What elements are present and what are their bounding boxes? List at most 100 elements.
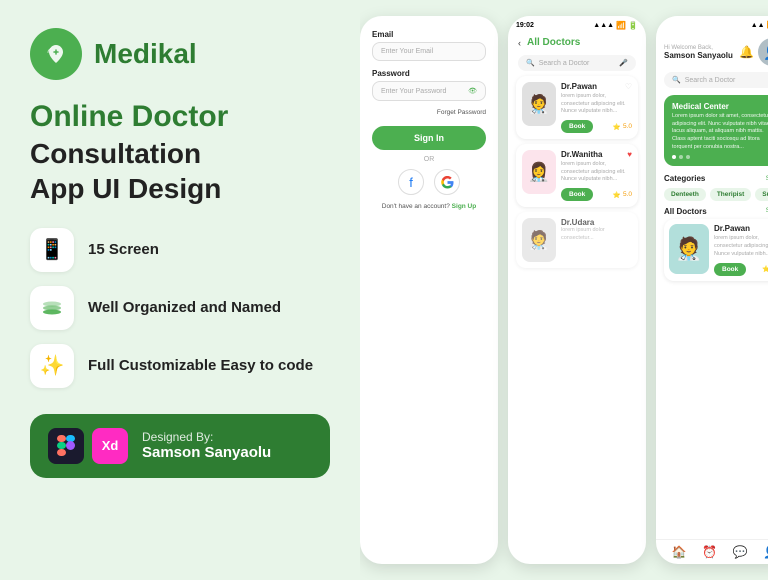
no-account-text: Don't have an account? Sign Up (372, 203, 486, 210)
feature-icon-organized (30, 286, 74, 330)
designer-info: Designed By: Samson Sanyaolu (142, 430, 271, 461)
banner-dot-3[interactable] (686, 155, 690, 159)
search-placeholder-dash: Search a Doctor (685, 77, 736, 84)
figma-badge (48, 428, 84, 464)
dash-rating: ⭐ 5.0 (762, 265, 768, 273)
brand-logo-icon (30, 28, 82, 80)
categories-title: Categories (664, 174, 705, 183)
mockups-panel: Email Enter Your Email Password Enter Yo… (360, 0, 768, 580)
doctors-header: ‹ All Doctors (508, 33, 646, 52)
user-name: Samson Sanyaolu (664, 51, 733, 60)
all-doctors-section: All Doctors See All (656, 205, 768, 219)
all-doc-section-title: All Doctors (664, 207, 707, 216)
dash-book-button[interactable]: Book (714, 263, 746, 276)
doctor-card-3: 🧑‍⚕️ Dr.Udara lorem ipsum dolor consecte… (516, 212, 638, 268)
nav-chat-icon[interactable]: 💬 (733, 545, 748, 559)
left-panel: Medikal Online Doctor Consultation App U… (0, 0, 360, 580)
email-input[interactable]: Enter Your Email (372, 42, 486, 61)
mic-icon-doctors: 🎤 (619, 59, 628, 67)
doctor-info-1: Dr.Pawan ♡ lorem ipsum dolor, consectetu… (561, 82, 632, 133)
xd-badge: Xd (92, 428, 128, 464)
feature-item-customize: ✨ Full Customizable Easy to code (30, 344, 330, 388)
dash-doctor-avatar: 🧑‍⚕️ (669, 224, 709, 274)
heart-icon-2[interactable]: ♥ (627, 150, 632, 161)
banner-dot-2[interactable] (679, 155, 683, 159)
headline-block: Online Doctor Consultation App UI Design (30, 98, 330, 206)
nav-home-icon[interactable]: 🏠 (672, 545, 687, 559)
feature-text-organized: Well Organized and Named (88, 299, 281, 316)
back-arrow-doctors[interactable]: ‹ (518, 38, 521, 48)
dash-doctor-info: Dr.Pawan ♡ lorem ipsum dolor, consectetu… (714, 224, 768, 275)
doctor-name-1: Dr.Pawan (561, 82, 597, 91)
feature-icon-customize: ✨ (30, 344, 74, 388)
doctor-avatar-2: 👩‍⚕️ (522, 150, 556, 194)
signup-link[interactable]: Sign Up (452, 203, 477, 210)
features-list: 📱 15 Screen Well Organized and Named ✨ F… (30, 228, 330, 388)
banner-title: Medical Center (672, 102, 768, 111)
login-body: Email Enter Your Email Password Enter Yo… (360, 16, 498, 564)
heart-icon-1[interactable]: ♡ (625, 82, 632, 93)
status-bar-dash: ▲▲ 📶 🔋 (656, 16, 768, 32)
social-buttons: f (372, 169, 486, 195)
designer-name: Samson Sanyaolu (142, 444, 271, 461)
doctor-card-2: 👩‍⚕️ Dr.Wanitha ♥ lorem ipsum dolor, con… (516, 144, 638, 207)
feature-icon-screens: 📱 (30, 228, 74, 272)
brand-name: Medikal (94, 38, 197, 70)
doctor-name-2: Dr.Wanitha (561, 150, 602, 159)
password-input[interactable]: Enter Your Password 👁 (372, 81, 486, 101)
doctor-card-1: 🧑‍⚕️ Dr.Pawan ♡ lorem ipsum dolor, conse… (516, 76, 638, 139)
book-button-2[interactable]: Book (561, 188, 593, 201)
search-icon-dash: 🔍 (672, 76, 681, 84)
all-doctors-title: All Doctors (527, 37, 580, 48)
book-button-1[interactable]: Book (561, 120, 593, 133)
user-avatar-dashboard: 👤 (758, 38, 768, 66)
password-label: Password (372, 69, 486, 78)
eye-icon: 👁 (468, 87, 477, 95)
doctor-info-3: Dr.Udara lorem ipsum dolor consectetur..… (561, 218, 632, 246)
password-placeholder: Enter Your Password (381, 88, 446, 95)
category-therapist[interactable]: Theripist (710, 188, 751, 201)
banner-dots (672, 155, 768, 159)
forgot-password-link[interactable]: Forget Password (372, 109, 486, 116)
email-label: Email (372, 30, 486, 39)
status-bar-doctors: 19:02 ▲▲▲ 📶 🔋 (508, 16, 646, 33)
signal-icon-dash: ▲▲ (751, 22, 765, 29)
doctor-avatar-1: 🧑‍⚕️ (522, 82, 556, 126)
sign-in-button[interactable]: Sign In (372, 126, 486, 150)
category-surge[interactable]: Surge (755, 188, 768, 201)
doctor-desc-1: lorem ipsum dolor, consectetur adipiscin… (561, 93, 632, 116)
nav-clock-icon[interactable]: ⏰ (702, 545, 717, 559)
banner-desc: Lorem ipsum dolor sit amet, consectetur … (672, 113, 768, 151)
doctor-actions-2: Book ⭐ 5.0 (561, 188, 632, 201)
bottom-navigation: 🏠 ⏰ 💬 👤 (656, 539, 768, 564)
email-placeholder: Enter Your Email (381, 48, 433, 55)
category-denteeth[interactable]: Denteeth (664, 188, 706, 201)
banner-dot-1[interactable] (672, 155, 676, 159)
feature-item-organized: Well Organized and Named (30, 286, 330, 330)
wifi-icon: 📶 (616, 21, 626, 30)
status-time-doctors: 19:02 (516, 22, 534, 29)
search-icon-doctors: 🔍 (526, 59, 535, 67)
dash-doctor-desc: lorem ipsum dolor, consectetur adipiscin… (714, 235, 768, 258)
nav-profile-icon[interactable]: 👤 (763, 545, 768, 559)
facebook-login-button[interactable]: f (398, 169, 424, 195)
doctor-name-3: Dr.Udara (561, 218, 594, 227)
doctors-search[interactable]: 🔍 Search a Doctor 🎤 (518, 55, 636, 71)
headline-line3: App UI Design (30, 171, 330, 206)
dashboard-doctor-card: 🧑‍⚕️ Dr.Pawan ♡ lorem ipsum dolor, conse… (664, 219, 768, 280)
google-login-button[interactable] (434, 169, 460, 195)
dash-doctor-actions: Book ⭐ 5.0 (714, 263, 768, 276)
dashboard-top: Hi Welcome Back, Samson Sanyaolu 🔔 👤 (656, 32, 768, 70)
dashboard-mockup: ▲▲ 📶 🔋 Hi Welcome Back, Samson Sanyaolu … (656, 16, 768, 564)
rating-2: ⭐ 5.0 (613, 191, 632, 199)
designer-label: Designed By: (142, 430, 271, 444)
feature-text-customize: Full Customizable Easy to code (88, 357, 313, 374)
feature-item-screens: 📱 15 Screen (30, 228, 330, 272)
login-mockup: Email Enter Your Email Password Enter Yo… (360, 16, 498, 564)
status-icons-dash: ▲▲ 📶 🔋 (751, 21, 768, 29)
signal-icon: ▲▲▲ (593, 22, 614, 29)
medical-center-banner: Medical Center Lorem ipsum dolor sit ame… (664, 95, 768, 166)
search-placeholder-doctors: Search a Doctor (539, 60, 590, 67)
notification-bell-icon[interactable]: 🔔 (739, 45, 754, 59)
dashboard-search[interactable]: 🔍 Search a Doctor 🎤 (664, 72, 768, 88)
